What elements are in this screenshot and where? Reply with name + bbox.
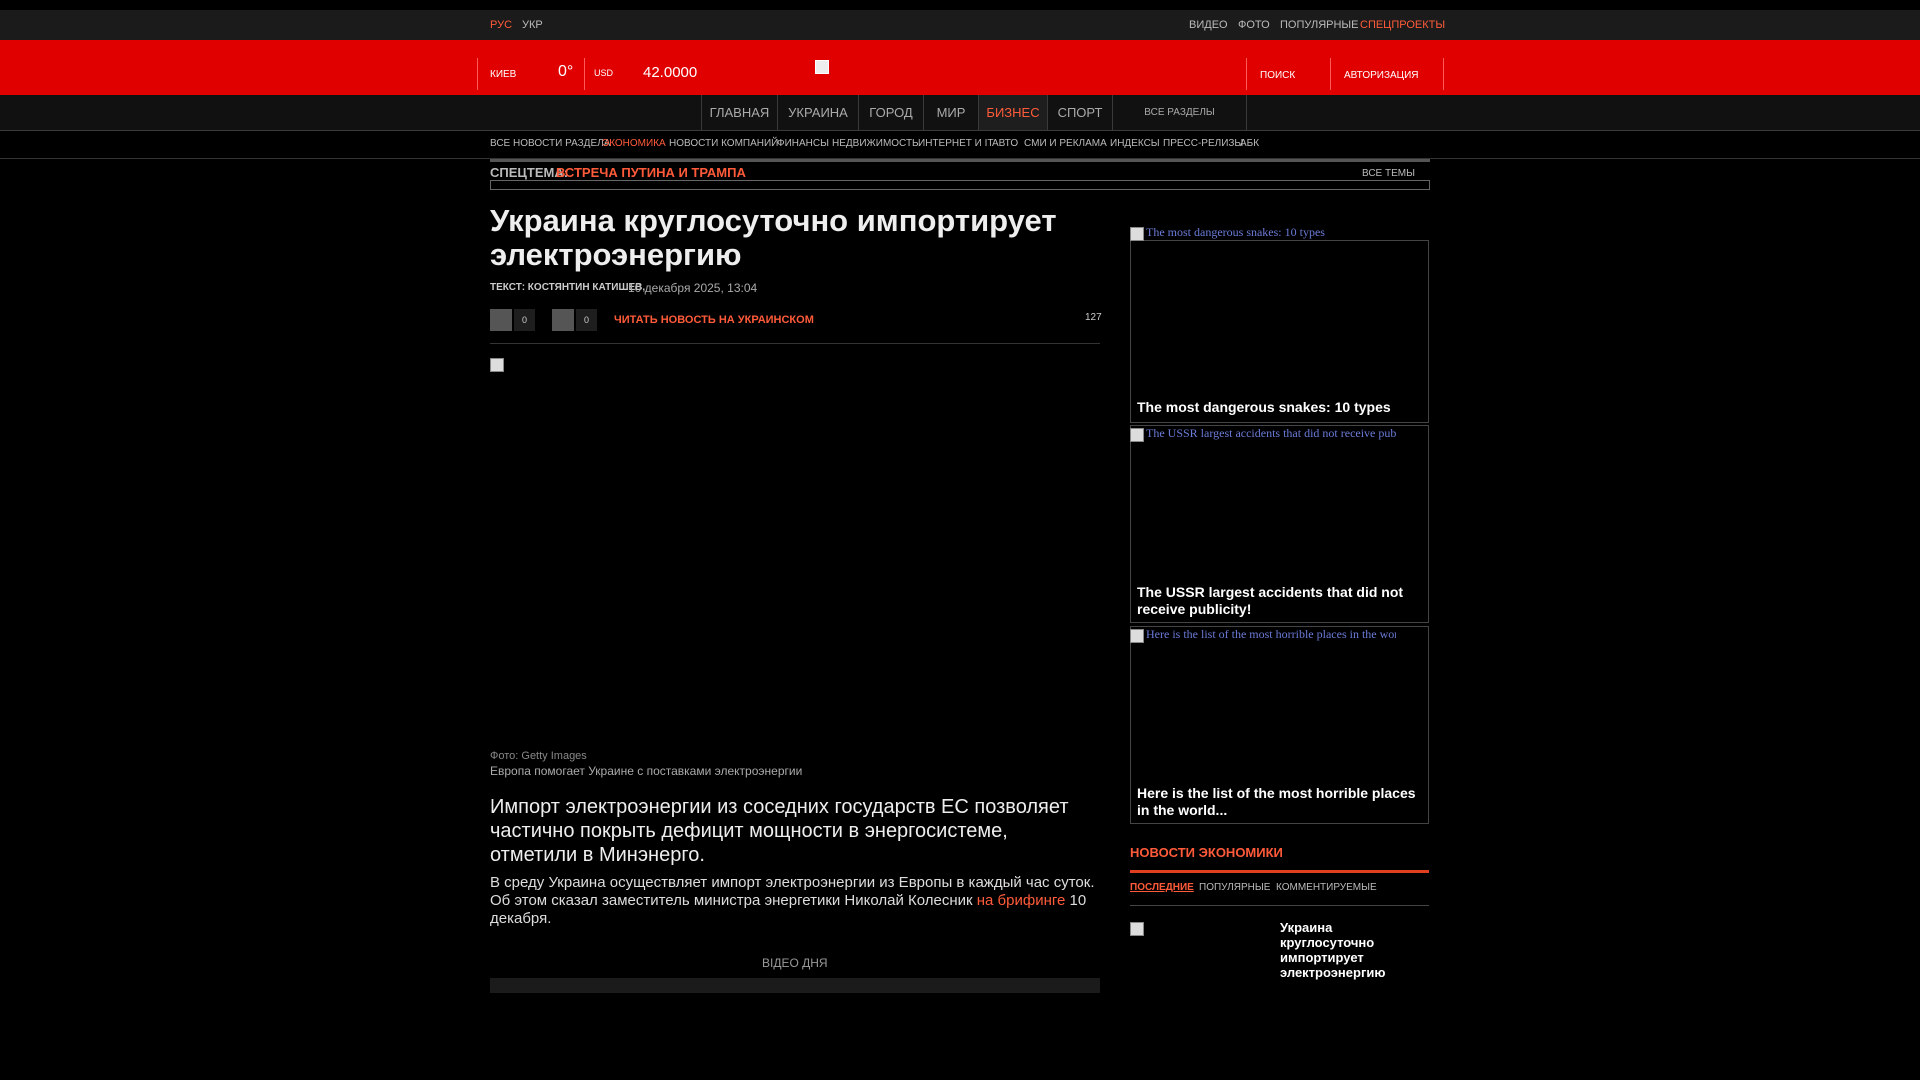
promo-image-alt: The USSR largest accidents that did not … (1146, 426, 1396, 440)
divider (1330, 58, 1331, 90)
lang-ru-link[interactable]: РУС (490, 10, 512, 40)
read-ukrainian-link[interactable]: ЧИТАТЬ НОВОСТЬ НА УКРАИНСКОМ (614, 314, 814, 326)
facebook-count: 0 (514, 309, 535, 331)
temperature: 0° (558, 63, 574, 80)
photo-credit: Фото: Getty Images (490, 750, 587, 762)
city-label: КИЕВ (490, 69, 517, 80)
tab-popular[interactable]: ПОПУЛЯРНЫЕ (1199, 882, 1270, 893)
promo-caption[interactable]: Here is the list of the most horrible pl… (1137, 785, 1422, 819)
promo-caption[interactable]: The USSR largest accidents that did not … (1137, 584, 1422, 618)
facebook-share-button[interactable] (490, 309, 512, 331)
special-topic-frame (490, 180, 1430, 190)
subnav-item-companies[interactable]: НОВОСТИ КОМПАНИЙ (669, 136, 778, 152)
article-image (490, 358, 504, 372)
nav-item-home[interactable]: ГЛАВНАЯ (701, 95, 777, 130)
subnav-item-internet[interactable]: ИНТЕРНЕТ И IT (918, 136, 994, 152)
promo-image-alt: Here is the list of the most horrible pl… (1146, 627, 1396, 641)
promo-image[interactable]: Here is the list of the most horrible pl… (1130, 627, 1400, 643)
broken-image-icon (1130, 629, 1144, 643)
nav-item-ukraine[interactable]: УКРАИНА (777, 95, 858, 130)
tab-latest[interactable]: ПОСЛЕДНИЕ (1130, 882, 1194, 893)
economy-news-heading[interactable]: НОВОСТИ ЭКОНОМИКИ (1130, 845, 1283, 860)
article-date: 10 декабря 2025, 13:04 (628, 281, 758, 295)
divider (477, 58, 478, 90)
promo-image-alt: The most dangerous snakes: 10 types (1146, 225, 1325, 239)
tab-commented[interactable]: КОММЕНТИРУЕМЫЕ (1276, 882, 1377, 893)
article-lead: Импорт электроэнергии из соседних госуда… (490, 796, 1069, 866)
header-bar (0, 40, 1920, 95)
divider (490, 159, 1430, 162)
photo-link[interactable]: ФОТО (1238, 10, 1270, 40)
all-topics-link[interactable]: ВСЕ ТЕМЫ (1362, 168, 1415, 179)
all-sections-button[interactable]: ВСЕ РАЗДЕЛЫ (1112, 95, 1247, 130)
divider (1130, 870, 1429, 873)
nav-item-city[interactable]: ГОРОД (858, 95, 923, 130)
subnav-item-abk[interactable]: АБК (1240, 136, 1259, 152)
subnav-item-press[interactable]: ПРЕСС-РЕЛИЗЫ (1163, 136, 1243, 152)
promo-image[interactable]: The USSR largest accidents that did not … (1130, 426, 1400, 442)
nav-item-world[interactable]: МИР (923, 95, 978, 130)
nav-item-business[interactable]: БИЗНЕС (978, 95, 1047, 130)
broken-image-icon (1130, 428, 1144, 442)
twitter-count: 0 (576, 309, 597, 331)
video-of-day-label: ВІДЕО ДНЯ (762, 956, 828, 970)
twitter-share-button[interactable] (552, 309, 574, 331)
subnav-item-auto[interactable]: АВТО (992, 136, 1018, 152)
special-topic-link[interactable]: ВСТРЕЧА ПУТИНА И ТРАМПА (556, 165, 746, 180)
divider (490, 343, 1100, 344)
nav-item-sport[interactable]: СПОРТ (1047, 95, 1112, 130)
search-button[interactable]: ПОИСК (1260, 70, 1295, 81)
photo-caption: Европа помогает Украине с поставками эле… (490, 764, 803, 778)
views-count: 127 (1085, 312, 1102, 323)
currency-rate: 42.0000 (643, 64, 698, 81)
news-thumbnail[interactable] (1130, 922, 1144, 936)
video-player[interactable] (490, 978, 1100, 993)
promo-card[interactable] (1130, 240, 1429, 423)
broken-image-icon (1130, 227, 1144, 241)
subnav-item-indexes[interactable]: ИНДЕКСЫ (1110, 136, 1160, 152)
divider (1443, 58, 1444, 90)
logo-icon[interactable] (815, 60, 829, 74)
promo-caption[interactable]: The most dangerous snakes: 10 types (1137, 399, 1422, 416)
video-link[interactable]: ВИДЕО (1189, 10, 1228, 40)
subnav-item-media[interactable]: СМИ И РЕКЛАМА (1024, 136, 1107, 152)
subnav-item-finance[interactable]: ФИНАНСЫ (777, 136, 829, 152)
briefing-link[interactable]: на брифинге (977, 892, 1066, 909)
article-body: В среду Украина осуществляет импорт элек… (490, 874, 1100, 928)
divider (584, 58, 585, 90)
special-projects-link[interactable]: СПЕЦПРОЕКТЫ (1360, 10, 1445, 40)
currency-label: USD (594, 68, 614, 78)
promo-image[interactable]: The most dangerous snakes: 10 types (1130, 225, 1365, 241)
divider (1246, 58, 1247, 90)
popular-link[interactable]: ПОПУЛЯРНЫЕ (1280, 10, 1359, 40)
subnav-item-realty[interactable]: НЕДВИЖИМОСТЬ (832, 136, 919, 152)
login-button[interactable]: АВТОРИЗАЦИЯ (1344, 70, 1418, 81)
article-title: Украина круглосуточно импортирует электр… (490, 203, 1057, 272)
news-item-title[interactable]: Украина круглосуточно импортирует электр… (1280, 920, 1430, 980)
subnav-item-all[interactable]: ВСЕ НОВОСТИ РАЗДЕЛА (490, 136, 610, 152)
subnav-item-economy[interactable]: ЭКОНОМИКА (602, 136, 666, 152)
divider (1130, 905, 1429, 906)
lang-ua-link[interactable]: УКР (522, 10, 543, 40)
top-bar (0, 10, 1920, 40)
article-author[interactable]: ТЕКСТ: КОСТЯНТИН КАТИШЕВ, (490, 282, 645, 293)
